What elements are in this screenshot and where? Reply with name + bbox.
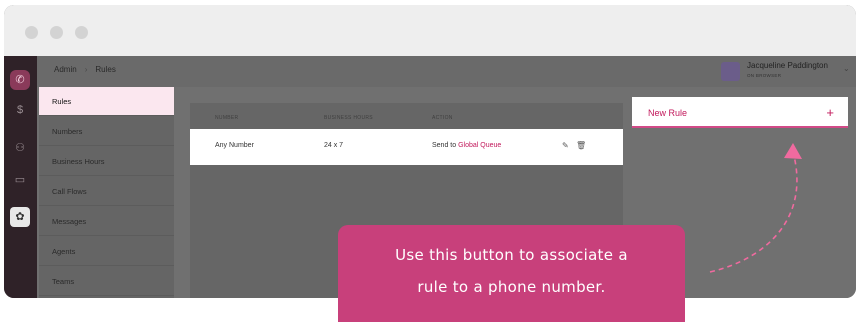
sidebar-item-label: Call Flows	[52, 187, 87, 196]
breadcrumb-admin[interactable]: Admin	[54, 65, 77, 74]
id-card-icon[interactable]: ▭	[10, 170, 30, 190]
column-header-action: ACTION	[432, 115, 453, 121]
column-header-number: NUMBER	[215, 115, 239, 121]
sidebar-item-messages[interactable]: Messages	[39, 207, 174, 236]
admin-sidebar: Rules Numbers Business Hours Call Flows …	[39, 87, 174, 298]
user-name[interactable]: Jacqueline Paddington	[747, 61, 828, 70]
user-status: ON BROWSER	[747, 73, 782, 78]
sidebar-item-label: Numbers	[52, 127, 83, 136]
new-rule-button[interactable]: New Rule +	[632, 97, 848, 128]
chevron-down-icon[interactable]: ⌄	[843, 64, 850, 73]
people-icon[interactable]: ⚇	[10, 138, 30, 158]
sidebar-item-label: Agents	[52, 247, 76, 256]
browser-titlebar	[4, 5, 856, 56]
cell-action: Send to Global Queue	[432, 142, 501, 149]
avatar[interactable]	[721, 62, 740, 81]
cell-number: Any Number	[215, 142, 254, 149]
new-rule-label: New Rule	[648, 108, 688, 118]
breadcrumb-separator: ›	[84, 65, 88, 74]
tooltip-line-1: Use this button to associate a	[395, 246, 628, 264]
window-minimize-dot[interactable]	[50, 26, 63, 39]
dollar-icon[interactable]: $	[10, 100, 30, 120]
edit-icon[interactable]: ✎	[562, 141, 569, 150]
global-queue-link[interactable]: Global Queue	[458, 142, 501, 149]
sidebar-item-agents[interactable]: Agents	[39, 237, 174, 266]
sidebar-item-label: Teams	[52, 277, 75, 286]
window-maximize-dot[interactable]	[75, 26, 88, 39]
tooltip-line-2: rule to a phone number.	[417, 278, 606, 296]
cell-business-hours: 24 x 7	[324, 142, 344, 149]
breadcrumb-current: Rules	[95, 65, 116, 74]
sidebar-item-numbers[interactable]: Numbers	[39, 117, 174, 146]
delete-icon[interactable]: 🗑	[576, 141, 586, 150]
phone-logo-icon[interactable]: ✆	[10, 70, 30, 90]
sidebar-item-label: Rules	[52, 97, 72, 106]
sidebar-item-teams[interactable]: Teams	[39, 267, 174, 296]
column-header-business-hours: BUSINESS HOURS	[324, 115, 373, 121]
table-row[interactable]: Any Number 24 x 7 Send to Global Queue ✎…	[190, 129, 623, 165]
sidebar-item-business-hours[interactable]: Business Hours	[39, 147, 174, 176]
top-bar: Admin › Rules Jacqueline Paddington ON BRO…	[37, 56, 856, 87]
sidebar-item-rules[interactable]: Rules	[39, 87, 174, 116]
window-close-dot[interactable]	[25, 26, 38, 39]
tooltip-callout: Use this button to associate a rule to a…	[338, 225, 685, 322]
breadcrumb: Admin › Rules	[54, 65, 116, 74]
gear-icon[interactable]: ✿	[10, 207, 30, 227]
action-prefix: Send to	[432, 142, 457, 149]
plus-icon: +	[826, 105, 834, 120]
sidebar-item-label: Business Hours	[52, 157, 105, 166]
icon-navbar: ✆ $ ⚇ ▭ ✿	[4, 56, 37, 298]
sidebar-item-label: Messages	[52, 217, 87, 226]
sidebar-item-call-flows[interactable]: Call Flows	[39, 177, 174, 206]
